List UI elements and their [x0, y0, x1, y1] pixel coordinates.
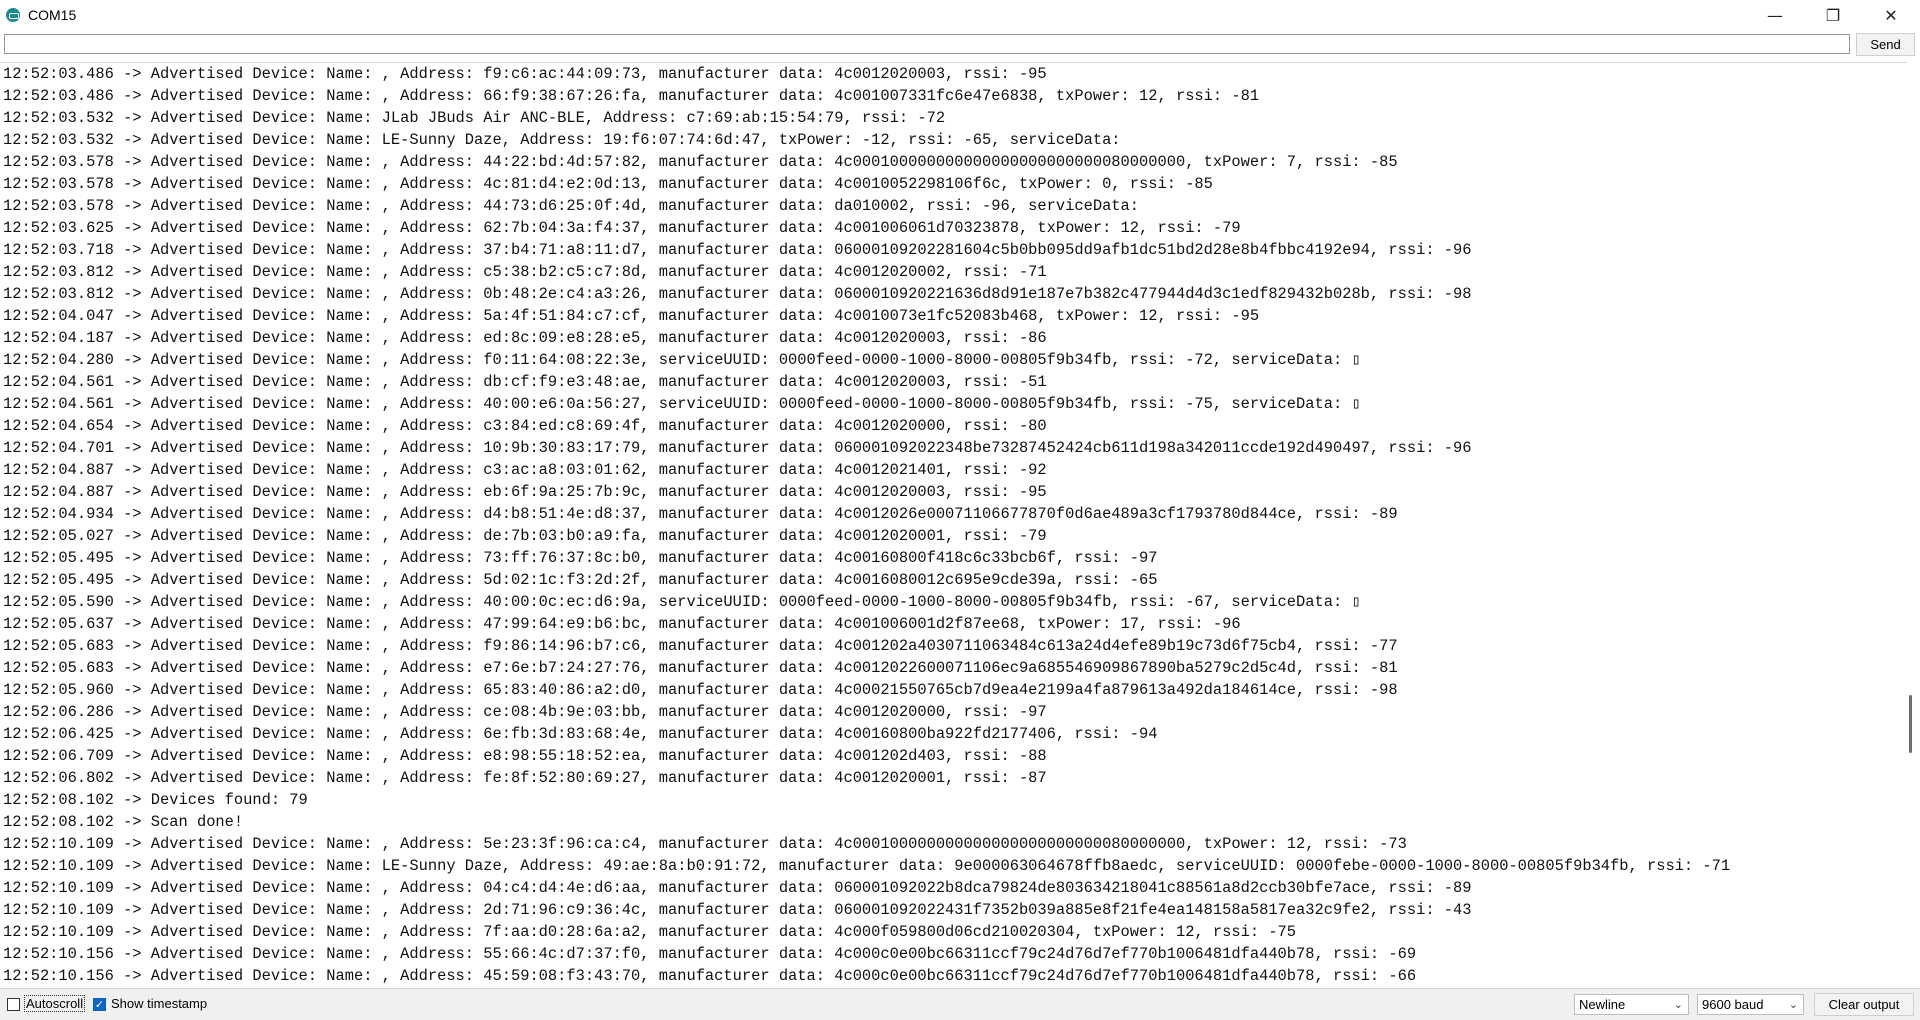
- output-line: 12:52:05.495 -> Advertised Device: Name:…: [3, 571, 1158, 589]
- output-line: 12:52:03.486 -> Advertised Device: Name:…: [3, 65, 1047, 83]
- autoscroll-checkbox[interactable]: [7, 998, 20, 1011]
- send-row: Send: [0, 32, 1920, 58]
- serial-output[interactable]: 12:52:03.486 -> Advertised Device: Name:…: [0, 62, 1907, 985]
- send-button[interactable]: Send: [1856, 33, 1915, 56]
- output-line: 12:52:05.495 -> Advertised Device: Name:…: [3, 549, 1158, 567]
- output-line: 12:52:04.561 -> Advertised Device: Name:…: [3, 395, 1361, 413]
- output-line: 12:52:06.286 -> Advertised Device: Name:…: [3, 703, 1047, 721]
- minimize-icon[interactable]: —: [1746, 0, 1804, 30]
- chevron-down-icon: ⌄: [1788, 998, 1798, 1011]
- output-line: 12:52:03.578 -> Advertised Device: Name:…: [3, 175, 1213, 193]
- output-line: 12:52:05.683 -> Advertised Device: Name:…: [3, 659, 1398, 677]
- window-controls: — ❐ ✕: [1746, 0, 1920, 30]
- output-line: 12:52:10.156 -> Advertised Device: Name:…: [3, 945, 1417, 963]
- output-line: 12:52:06.425 -> Advertised Device: Name:…: [3, 725, 1158, 743]
- output-line: 12:52:03.532 -> Advertised Device: Name:…: [3, 131, 1121, 149]
- close-icon[interactable]: ✕: [1862, 0, 1920, 30]
- chevron-down-icon: ⌄: [1673, 998, 1683, 1011]
- output-line: 12:52:04.701 -> Advertised Device: Name:…: [3, 439, 1472, 457]
- output-line: 12:52:05.637 -> Advertised Device: Name:…: [3, 615, 1241, 633]
- output-line: 12:52:08.102 -> Devices found: 79: [3, 791, 308, 809]
- output-line: 12:52:04.887 -> Advertised Device: Name:…: [3, 483, 1047, 501]
- output-line: 12:52:08.102 -> Scan done!: [3, 813, 244, 831]
- output-line: 12:52:04.047 -> Advertised Device: Name:…: [3, 307, 1260, 325]
- output-line: 12:52:04.654 -> Advertised Device: Name:…: [3, 417, 1047, 435]
- output-line: 12:52:04.187 -> Advertised Device: Name:…: [3, 329, 1047, 347]
- arduino-icon: [6, 8, 20, 22]
- output-line: 12:52:03.718 -> Advertised Device: Name:…: [3, 241, 1472, 259]
- output-line: 12:52:06.709 -> Advertised Device: Name:…: [3, 747, 1047, 765]
- output-line: 12:52:05.683 -> Advertised Device: Name:…: [3, 637, 1398, 655]
- show-timestamp-label[interactable]: Show timestamp: [111, 996, 207, 1011]
- output-line: 12:52:04.887 -> Advertised Device: Name:…: [3, 461, 1047, 479]
- scrollbar-thumb[interactable]: [1909, 695, 1912, 753]
- output-line: 12:52:10.109 -> Advertised Device: Name:…: [3, 923, 1297, 941]
- autoscroll-label[interactable]: Autoscroll: [24, 995, 86, 1012]
- output-line: 12:52:10.109 -> Advertised Device: Name:…: [3, 879, 1472, 897]
- window-title: COM15: [28, 7, 77, 23]
- output-line: 12:52:05.590 -> Advertised Device: Name:…: [3, 593, 1361, 611]
- output-line: 12:52:05.027 -> Advertised Device: Name:…: [3, 527, 1047, 545]
- output-line: 12:52:03.532 -> Advertised Device: Name:…: [3, 109, 946, 127]
- output-line: 12:52:10.109 -> Advertised Device: Name:…: [3, 901, 1472, 919]
- output-line: 12:52:03.625 -> Advertised Device: Name:…: [3, 219, 1241, 237]
- serial-send-input[interactable]: [4, 34, 1850, 54]
- output-line: 12:52:04.934 -> Advertised Device: Name:…: [3, 505, 1398, 523]
- output-line: 12:52:04.280 -> Advertised Device: Name:…: [3, 351, 1361, 369]
- baud-rate-value: 9600 baud: [1702, 997, 1764, 1012]
- output-line: 12:52:04.561 -> Advertised Device: Name:…: [3, 373, 1047, 391]
- bottom-toolbar: Autoscroll ✓ Show timestamp Newline ⌄ 96…: [0, 988, 1920, 1020]
- output-line: 12:52:05.960 -> Advertised Device: Name:…: [3, 681, 1398, 699]
- baud-rate-select[interactable]: 9600 baud ⌄: [1697, 994, 1804, 1015]
- scrollbar-track[interactable]: [1907, 62, 1920, 984]
- output-line: 12:52:03.486 -> Advertised Device: Name:…: [3, 87, 1260, 105]
- output-line: 12:52:03.812 -> Advertised Device: Name:…: [3, 285, 1472, 303]
- show-timestamp-checkbox[interactable]: ✓: [93, 998, 106, 1011]
- output-line: 12:52:10.156 -> Advertised Device: Name:…: [3, 967, 1417, 985]
- output-line: 12:52:03.812 -> Advertised Device: Name:…: [3, 263, 1047, 281]
- output-line: 12:52:06.802 -> Advertised Device: Name:…: [3, 769, 1047, 787]
- output-line: 12:52:03.578 -> Advertised Device: Name:…: [3, 197, 1140, 215]
- restore-icon[interactable]: ❐: [1804, 0, 1862, 30]
- output-line: 12:52:10.109 -> Advertised Device: Name:…: [3, 857, 1731, 875]
- line-ending-value: Newline: [1579, 997, 1626, 1012]
- clear-output-button[interactable]: Clear output: [1814, 993, 1914, 1016]
- output-line: 12:52:10.109 -> Advertised Device: Name:…: [3, 835, 1407, 853]
- line-ending-select[interactable]: Newline ⌄: [1574, 994, 1689, 1015]
- title-bar: COM15 — ❐ ✕: [0, 0, 1920, 30]
- output-line: 12:52:03.578 -> Advertised Device: Name:…: [3, 153, 1398, 171]
